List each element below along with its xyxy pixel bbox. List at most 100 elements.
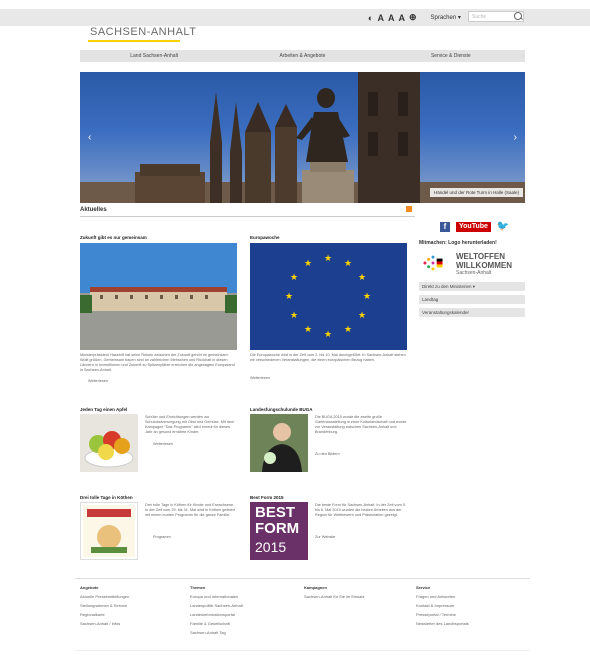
svg-text:★: ★ xyxy=(285,292,293,302)
svg-text:★: ★ xyxy=(324,254,332,264)
bottom-divider xyxy=(75,650,530,651)
svg-text:★: ★ xyxy=(363,292,371,302)
footer-col-kampagnen: Kampagnen Sachsen-Anhalt für Sie im Eins… xyxy=(304,583,364,601)
footer-col-heading: Service xyxy=(416,585,431,590)
main-nav: Land Sachsen-Anhalt Arbeiten & Angebote … xyxy=(80,50,525,62)
search-icon[interactable] xyxy=(514,12,522,20)
welcome-subtitle: Sachsen-Anhalt xyxy=(456,270,492,276)
footer-link[interactable]: Familie & Gesellschaft xyxy=(190,619,243,628)
contrast-icon[interactable]: ◐ xyxy=(368,13,373,23)
footer-col-heading: Kampagnen xyxy=(304,585,327,590)
footer-link[interactable]: Aktuelle Pressemitteilungen xyxy=(80,592,129,601)
article-more-link[interactable]: Weiterlesen xyxy=(88,379,108,383)
nav-item-land[interactable]: Land Sachsen-Anhalt xyxy=(80,50,228,62)
youtube-icon[interactable]: YouTube xyxy=(456,222,491,232)
article-title[interactable]: Best Form 2015 xyxy=(250,495,284,500)
footer-link[interactable]: Regionalkarte xyxy=(80,610,129,619)
logo-underline xyxy=(88,40,180,42)
section-divider xyxy=(80,216,415,217)
footer-col-heading: Themen xyxy=(190,585,206,590)
article-image[interactable]: BEST FORM 2015 xyxy=(250,502,308,560)
nav-item-arbeiten[interactable]: Arbeiten & Angebote xyxy=(228,50,376,62)
svg-text:★: ★ xyxy=(304,325,312,335)
footer-col-themen: Themen Europa und Internationales Landes… xyxy=(190,583,243,637)
best-form-line3: 2015 xyxy=(255,539,287,555)
fruit-bowl-image xyxy=(84,431,134,468)
article-more-link[interactable]: Programm xyxy=(153,535,171,539)
footer-col-heading: Angebote xyxy=(80,585,99,590)
footer-link[interactable]: Kontakt & Impressum xyxy=(416,601,469,610)
footer-divider xyxy=(75,578,530,579)
welcome-line-1: WELTOFFEN xyxy=(456,252,506,261)
sidebar-link-landtag[interactable]: Landtag xyxy=(419,295,525,304)
article-more-link[interactable]: Zu den Bildern xyxy=(315,452,340,456)
accessibility-tools: ◐ A A A ⊕ Sprachen ▾ xyxy=(368,11,461,24)
svg-text:★: ★ xyxy=(290,311,298,321)
svg-text:★: ★ xyxy=(324,330,332,340)
article-more-link[interactable]: Zur Website xyxy=(315,535,335,539)
footer-link[interactable]: Landesinformationsportal xyxy=(190,610,243,619)
portrait-image xyxy=(250,414,308,472)
footer-link[interactable]: Landespolitik Sachsen-Anhalt xyxy=(190,601,243,610)
hero-slider[interactable]: ‹ › Händel und der Rote Turm in Halle (S… xyxy=(80,72,525,203)
article-text: Die Europawoche wird in der Zeit vom 2. … xyxy=(250,353,406,362)
welcome-logo[interactable]: WELTOFFEN WILLKOMMEN Sachsen-Anhalt xyxy=(422,250,522,278)
hero-caption: Händel und der Rote Turm in Halle (Saale… xyxy=(429,188,523,197)
svg-text:★: ★ xyxy=(358,273,366,283)
castle-image xyxy=(80,243,237,350)
poster-image xyxy=(83,505,135,557)
svg-text:★: ★ xyxy=(344,259,352,269)
footer-link[interactable]: Stellungnahmen & Service xyxy=(80,601,129,610)
section-title: Aktuelles xyxy=(80,207,107,213)
article-more-link[interactable]: Weiterlesen xyxy=(153,442,173,446)
svg-text:★: ★ xyxy=(358,311,366,321)
footer-link[interactable]: Sachsen-Anhalt / Infos xyxy=(80,619,129,628)
article-image[interactable] xyxy=(250,414,308,472)
font-size-large-button[interactable]: A xyxy=(398,13,405,23)
welcome-line-2: WILLKOMMEN xyxy=(456,261,512,270)
article-text: Die beste Form für Sachsen-Anhalt. In de… xyxy=(315,503,406,517)
language-dropdown[interactable]: Sprachen ▾ xyxy=(430,14,460,21)
sidebar-heading: Mitmachen: Logo herunterladen! xyxy=(419,240,497,246)
footer-col-service: Service Fragen und Antworten Kontakt & I… xyxy=(416,583,469,628)
best-form-line1: BEST xyxy=(255,504,296,521)
footer-link[interactable]: Sachsen-Anhalt Tag xyxy=(190,628,243,637)
article-image[interactable] xyxy=(80,502,138,560)
sidebar-link-ministerien[interactable]: Direkt zu den Ministerien ▾ xyxy=(419,282,525,291)
hero-prev-button[interactable]: ‹ xyxy=(88,132,91,143)
article-title[interactable]: Jeden Tag einen Apfel xyxy=(80,407,127,412)
article-title[interactable]: Europawoche xyxy=(250,235,280,240)
nav-item-service[interactable]: Service & Dienste xyxy=(377,50,525,62)
footer-link[interactable]: Europa und Internationales xyxy=(190,592,243,601)
footer-link[interactable]: Fragen und Antworten xyxy=(416,592,469,601)
rss-icon[interactable] xyxy=(406,206,412,212)
article-title[interactable]: Drei tolle Tage in Köthen xyxy=(80,495,133,500)
article-text: Ministerpräsident Haseloff hat seine Rei… xyxy=(80,353,235,372)
article-title[interactable]: Zukunft gibt es nur gemeinsam xyxy=(80,235,147,240)
print-icon[interactable]: ⊕ xyxy=(409,12,417,23)
welcome-dots-icon xyxy=(423,255,443,271)
article-image[interactable] xyxy=(80,414,138,472)
facebook-icon[interactable]: f xyxy=(440,222,450,232)
article-text: Drei tolle Tage in Köthen für Kinder und… xyxy=(145,503,235,517)
footer-col-angebote: Angebote Aktuelle Pressemitteilungen Ste… xyxy=(80,583,129,628)
footer-link[interactable]: Sachsen-Anhalt für Sie im Einsatz xyxy=(304,592,364,601)
sidebar-link-kalender[interactable]: Veranstaltungskalender xyxy=(419,308,525,317)
social-links: f YouTube 🐦 xyxy=(440,222,509,232)
site-logo[interactable]: SACHSEN-ANHALT xyxy=(90,26,196,38)
article-text: Schüler und Einrichtungen werden zur Sch… xyxy=(145,415,235,434)
font-size-small-button[interactable]: A xyxy=(377,13,384,23)
footer-link[interactable]: Newsletter des Landesportals xyxy=(416,619,469,628)
welcome-title: WELTOFFEN WILLKOMMEN xyxy=(456,252,512,270)
footer-link[interactable]: Presseportal / Termine xyxy=(416,610,469,619)
article-more-link[interactable]: Weiterlesen xyxy=(250,376,270,380)
eu-flag-image: ★ ★ ★ ★ ★ ★ ★ ★ ★ ★ ★ ★ xyxy=(285,254,371,340)
font-size-medium-button[interactable]: A xyxy=(388,13,395,23)
article-image[interactable] xyxy=(80,243,237,350)
article-image[interactable]: ★ ★ ★ ★ ★ ★ ★ ★ ★ ★ ★ ★ xyxy=(250,243,407,350)
best-form-line2: FORM xyxy=(255,520,300,537)
twitter-icon[interactable]: 🐦 xyxy=(497,222,509,232)
hero-next-button[interactable]: › xyxy=(514,132,517,143)
article-text: Die BUGA 2015 wurde die zweite große Gar… xyxy=(315,415,407,434)
article-title[interactable]: Landesfungschulunde BUGA xyxy=(250,407,313,412)
